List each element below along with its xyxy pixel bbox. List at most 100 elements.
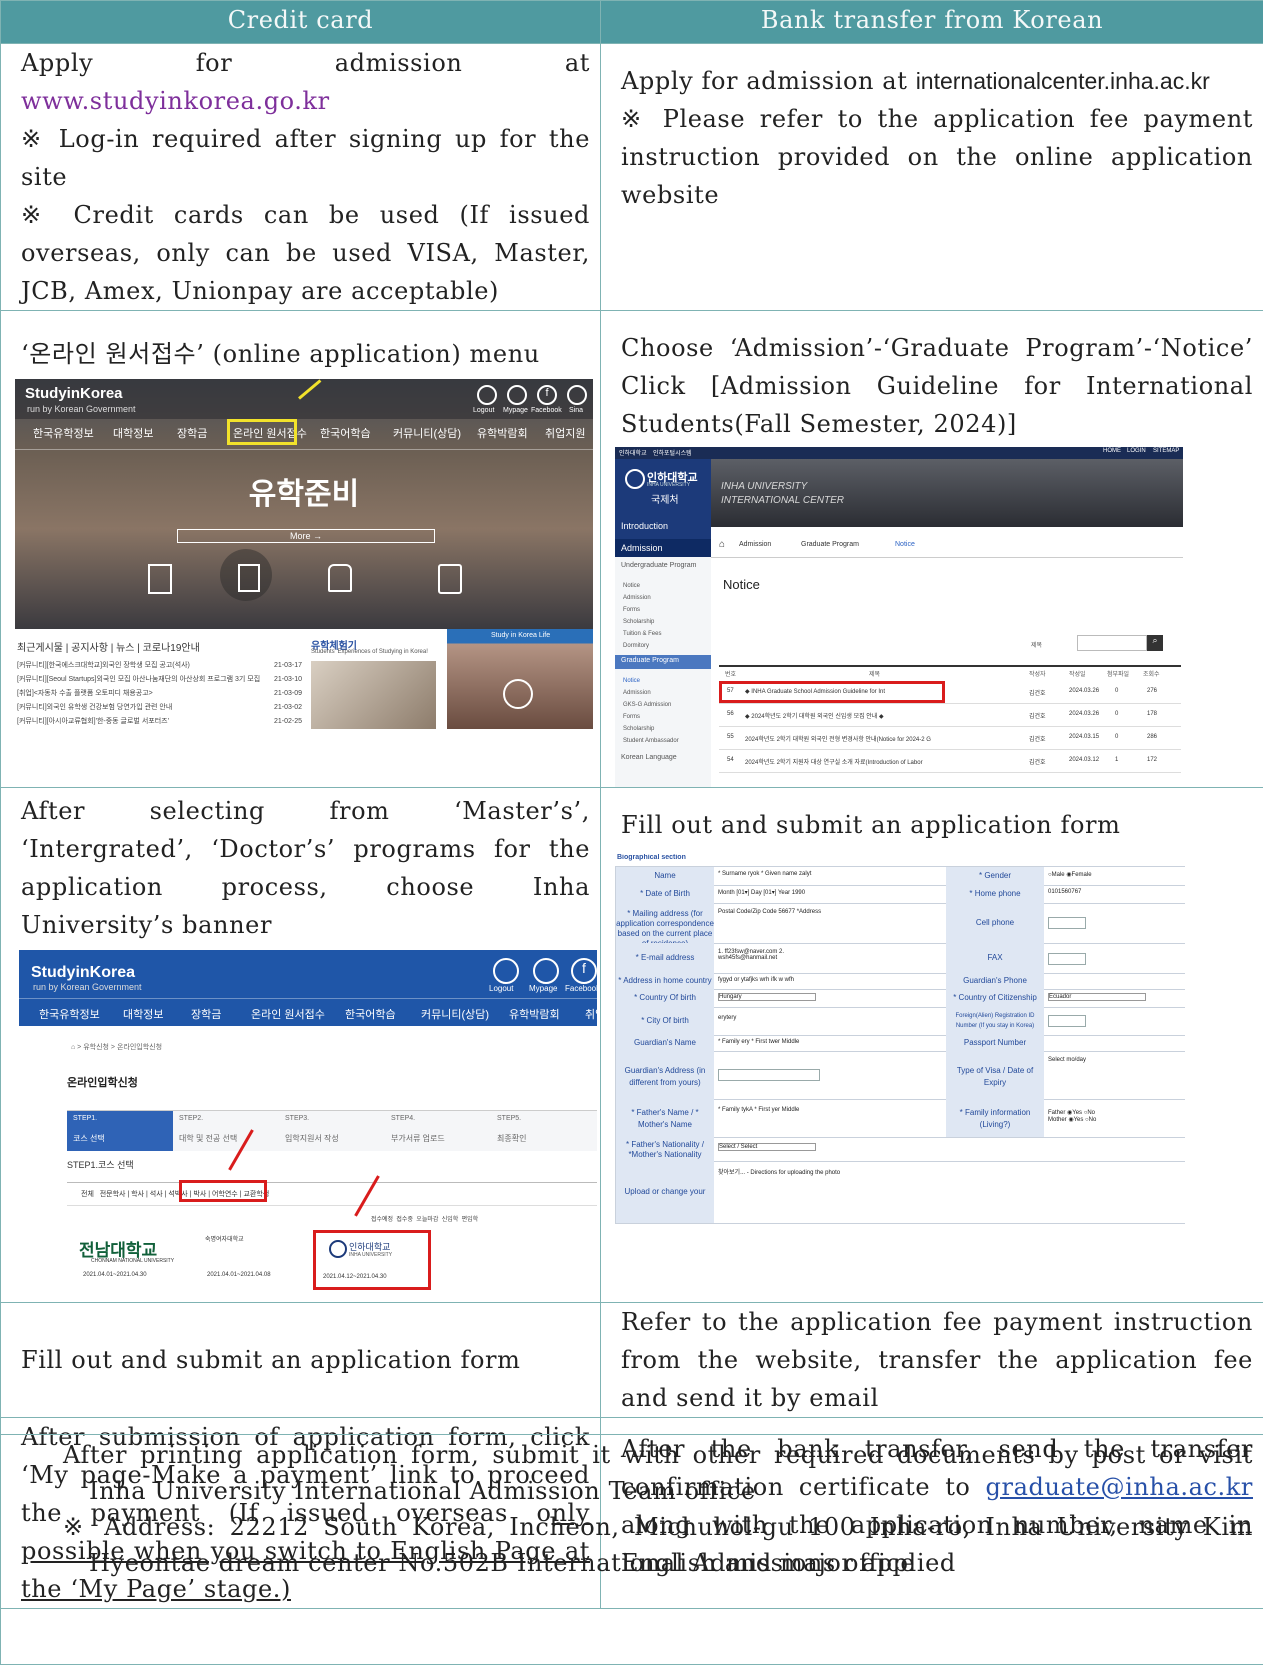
inha-topbar <box>615 447 1183 459</box>
form-row-country: * Country Of birth Hungary * Country of … <box>616 989 1185 1008</box>
form-section-title: Biographical section <box>617 854 686 861</box>
row-online-menu: ‘온라인 원서접수’ (online application) menu Stu… <box>0 310 1263 788</box>
nav-item-korean-study[interactable]: 한국어학습 <box>320 425 371 441</box>
sik2-logo[interactable]: StudyinKorea <box>31 964 135 982</box>
news-item[interactable]: [커뮤니티]외국인 유학생 건강보험 당연가입 관련 안내 21-03-02 <box>17 701 302 715</box>
inha-banner-highlight <box>313 1230 431 1290</box>
nav-item-korea-info[interactable]: 한국유학정보 <box>33 425 94 441</box>
inha-center-link[interactable]: internationalcenter.inha.ac.kr <box>916 68 1210 94</box>
side-undergraduate[interactable]: Undergraduate Program <box>621 562 697 569</box>
sik2-logo-sub: run by Korean Government <box>33 982 142 992</box>
ranking-icon <box>148 564 172 594</box>
table-row[interactable]: 55 2024학년도 2학기 대학원 외국인 전형 변경사항 안내(Notice… <box>719 727 1181 750</box>
form-row-address: * Mailing address (for application corre… <box>616 903 1185 948</box>
side-introduction[interactable]: Introduction <box>621 521 668 531</box>
cell-credit-submit: Fill out and submit an application form <box>0 1302 601 1418</box>
form-row-guardian-address: Guardian's Address (in different from yo… <box>616 1051 1185 1100</box>
document-icon <box>238 564 260 592</box>
cell-bank-notice: Choose ‘Admission’-‘Graduate Program’-‘N… <box>600 310 1263 788</box>
step1-heading: STEP1.코스 선택 <box>67 1160 134 1170</box>
nav-item-scholarship[interactable]: 장학금 <box>177 425 207 441</box>
home-icon[interactable]: ⌂ <box>719 539 725 550</box>
cell-bank-transfer: Refer to the application fee payment ins… <box>600 1302 1263 1418</box>
side-admission[interactable]: Admission <box>621 543 663 553</box>
degree-filter-bar: 전체 전문학사 | 학사 | 석사 | 석박사 | 박사 | 어학연수 | 교환… <box>67 1182 597 1206</box>
facebook-icon[interactable]: f <box>571 958 597 984</box>
news-tabs[interactable]: 최근게시물 | 공지사항 | 뉴스 | 코로나19안내 <box>17 639 200 654</box>
top-tab-inha[interactable]: 인하대학교 <box>619 448 647 457</box>
search-label: 제목 <box>1031 643 1043 649</box>
search-input[interactable] <box>1077 635 1147 651</box>
header-bank-transfer: Bank transfer from Korean <box>600 0 1263 44</box>
mypage-label: Mypage <box>503 407 528 414</box>
sina-icon[interactable] <box>567 385 587 405</box>
top-login[interactable]: LOGIN <box>1127 448 1146 454</box>
cell-bank-form: Fill out and submit an application form … <box>600 787 1263 1303</box>
form-row-birth: * Date of Birth Month [01▾] Day [01▾] Ye… <box>616 885 1185 904</box>
payment-comparison-table: Credit card Bank transfer from Korean Ap… <box>0 0 1263 1609</box>
news-item[interactable]: [커뮤니티][Seoul Startups]외국인 모집 아산나눔재단의 아산상… <box>17 673 302 687</box>
nav-item-univ-info[interactable]: 대학정보 <box>113 425 153 441</box>
status-legend: 접수예정 접수중 오늘마감 신입학 편입학 <box>371 1217 479 1223</box>
print-submit-text: After printing application form, submit … <box>63 1441 1253 1505</box>
exp-photo[interactable] <box>311 661 436 729</box>
facebook-label: Facebook <box>531 407 562 414</box>
inha-logo-sub: 국제처 <box>651 495 679 506</box>
nav-item-community[interactable]: 커뮤니티(상담) <box>393 425 461 441</box>
apply-prefix-bank: Apply for admission at <box>621 67 916 95</box>
inha-banner-photo <box>711 459 1183 527</box>
apply-prefix: Apply for admission at <box>21 49 590 77</box>
top-tab-portal[interactable]: 인하포털시스템 <box>653 448 692 457</box>
studyinkorea-link[interactable]: www.studyinkorea.go.kr <box>21 87 330 115</box>
mypage-icon[interactable] <box>507 385 527 405</box>
masters-doctors-highlight <box>179 1180 267 1202</box>
table-row[interactable]: 54 2024학년도 2학기 지원자 대상 연구실 소개 자료(Introduc… <box>719 750 1181 773</box>
more-button[interactable]: More → <box>177 529 435 543</box>
login-note: ※ Log-in required after signing up for t… <box>21 125 590 191</box>
top-sitemap[interactable]: SITEMAP <box>1153 448 1179 454</box>
life-label: Study in Korea Life <box>491 632 551 639</box>
side-sub-list-2: Notice Admission GKS-G Admission Forms S… <box>623 678 679 744</box>
sik2-breadcrumb[interactable]: ⌂ > 유학신청 > 온라인입학신청 <box>71 1042 162 1052</box>
book-icon <box>438 564 462 594</box>
choose-admission-text: Choose ‘Admission’-‘Graduate Program’-‘N… <box>621 334 1253 438</box>
play-icon[interactable] <box>503 679 533 709</box>
step-bar: STEP1. 코스 선택 STEP2. 대학 및 전공 선택 STEP3. 입학… <box>67 1110 597 1151</box>
facebook-icon[interactable]: f <box>537 385 557 405</box>
form-row-city: * City Of birth erytery Foreign(Alien) R… <box>616 1007 1185 1036</box>
nav-item-jobs[interactable]: 취업지원 <box>545 425 585 441</box>
fill-form-text-credit: Fill out and submit an application form <box>21 1346 521 1374</box>
news-item[interactable]: [취업]<자동차 수출 플랫폼 오토피디 채용공고> 21-03-09 <box>17 687 302 701</box>
form-row-photo: Upload or change your photo 찾아보기... - Di… <box>616 1161 1185 1223</box>
fill-form-text-bank: Fill out and submit an application form <box>621 811 1121 839</box>
logout-label: Logout <box>489 984 514 993</box>
hero-title: 유학준비 <box>248 478 360 511</box>
table-row[interactable]: 56 ◆ 2024학년도 2학기 대학원 외국인 신입생 모집 안내 ◆ 김건호… <box>719 704 1181 727</box>
header-row: Credit card Bank transfer from Korean <box>0 0 1263 44</box>
sik-nav: 한국유학정보 대학정보 장학금 온라인 원서접수 한국어학습 커뮤니티(상담) … <box>15 425 593 445</box>
news-item[interactable]: [커뮤니티][한국에스크대학교]외국인 장학생 모집 공고(석사) 21-03-1… <box>17 659 302 673</box>
exp-sub: Students' Experiences of Studying in Kor… <box>311 649 428 655</box>
form-row-nationality: * Father's Nationality / *Mother's Natio… <box>616 1137 1185 1162</box>
univ-card-sookmyung[interactable]: 숙명여자대학교 2021.04.01~2021.04.08 <box>199 1230 299 1290</box>
form-row-email: * E-mail address 1. ff23fsw@naver.com 2.… <box>616 943 1185 974</box>
inha-breadcrumb: ⌂ Admission Graduate Program Notice <box>711 533 1183 558</box>
online-application-highlight <box>227 419 297 445</box>
nav-item-fair[interactable]: 유학박람회 <box>477 425 528 441</box>
side-korean[interactable]: Korean Language <box>621 754 677 761</box>
search-icon[interactable]: ⌕ <box>1147 635 1163 651</box>
facebook-label: Facebook <box>565 984 597 993</box>
top-home[interactable]: HOME <box>1103 448 1121 454</box>
side-graduate[interactable]: Graduate Program <box>621 657 679 664</box>
banner-line2: INTERNATIONAL CENTER <box>721 495 844 506</box>
document: Credit card Bank transfer from Korean Ap… <box>0 0 1263 1665</box>
logout-icon[interactable] <box>477 385 497 405</box>
news-item[interactable]: [커뮤니티][아시아교류협회]'한-중동 글로벌 서포터즈' 21-02-25 <box>17 715 302 729</box>
online-menu-text: ‘온라인 원서접수’ (online application) menu <box>21 340 540 368</box>
mypage-icon[interactable] <box>533 958 559 984</box>
form-table: Name * Surname ryok * Given name zalyt *… <box>615 866 1185 1224</box>
univ-card-chonnam[interactable]: 전남대학교 CHONNAM NATIONAL UNIVERSITY 2021.0… <box>75 1230 195 1290</box>
logout-icon[interactable] <box>493 958 519 984</box>
inha-emblem-icon <box>625 469 645 489</box>
sik-logo[interactable]: StudyinKorea <box>25 385 123 402</box>
